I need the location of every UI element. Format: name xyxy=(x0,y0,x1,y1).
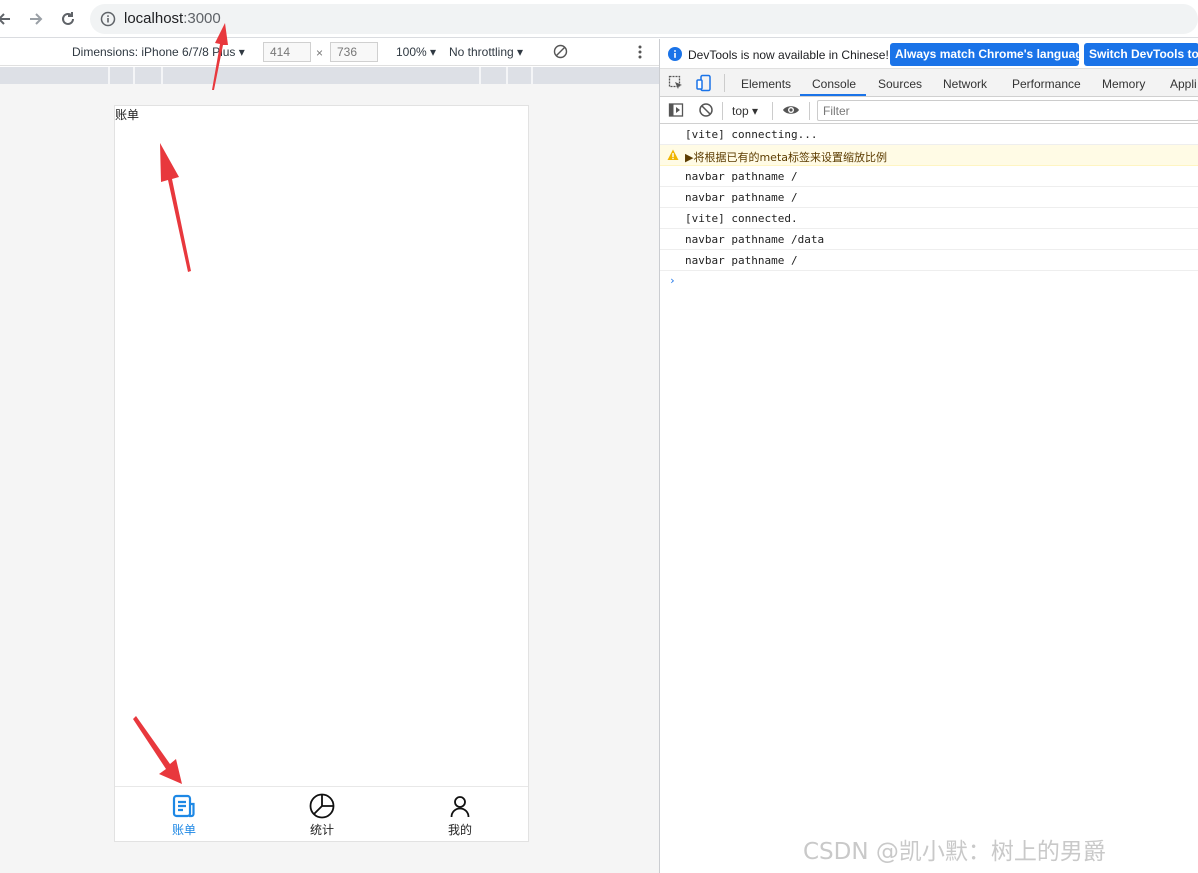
console-message: navbar pathname / xyxy=(660,250,1198,271)
screen: localhost:3000 Dimensions: iPhone 6/7/8 … xyxy=(0,0,1198,873)
toolbar-divider xyxy=(724,74,725,92)
pie-chart-icon xyxy=(309,793,335,819)
rotate-icon[interactable] xyxy=(553,44,568,59)
devtools-tabs: Elements Console Sources Network Perform… xyxy=(660,69,1198,97)
page-title: 账单 xyxy=(115,108,140,122)
user-icon xyxy=(447,793,473,819)
browser-toolbar: localhost:3000 xyxy=(0,0,1198,38)
ruler-segment xyxy=(531,67,533,84)
console-message-text: ▶将根据已有的meta标签来设置缩放比例 xyxy=(685,151,887,164)
context-label: top xyxy=(732,104,749,118)
ruler-segment xyxy=(161,67,163,84)
tab-label: 统计 xyxy=(309,823,334,837)
match-language-button[interactable]: Always match Chrome's language xyxy=(890,43,1079,66)
tab-bill[interactable]: 账单 xyxy=(115,787,253,842)
tab-network[interactable]: Network xyxy=(943,77,987,91)
address-bar[interactable] xyxy=(90,4,1198,34)
console-message: navbar pathname / xyxy=(660,166,1198,187)
tab-label: 账单 xyxy=(171,823,196,837)
info-icon xyxy=(668,47,682,61)
more-options-icon[interactable] xyxy=(636,44,644,60)
console-message: navbar pathname /data xyxy=(660,229,1198,250)
watermark: CSDN @凯小默：树上的男爵 xyxy=(803,839,1106,865)
annotation-arrow xyxy=(212,23,228,90)
tab-mine[interactable]: 我的 xyxy=(391,787,529,842)
tab-stats[interactable]: 统计 xyxy=(253,787,391,842)
site-info-icon[interactable] xyxy=(100,11,116,27)
console-message-text: navbar pathname / xyxy=(685,191,798,204)
switch-language-button[interactable]: Switch DevTools to C xyxy=(1084,43,1198,66)
annotation-arrow xyxy=(133,716,182,784)
inspect-element-icon[interactable] xyxy=(668,75,684,94)
filter-input[interactable]: Filter xyxy=(817,100,1198,121)
ruler-segment xyxy=(479,67,481,84)
ruler-segment xyxy=(506,67,508,84)
tab-sources[interactable]: Sources xyxy=(878,77,922,91)
tab-console[interactable]: Console xyxy=(812,77,856,91)
throttling-label: No throttling xyxy=(449,45,514,59)
devtools-infobar: DevTools is now available in Chinese! Al… xyxy=(660,39,1198,69)
bill-icon xyxy=(171,793,197,819)
tab-performance[interactable]: Performance xyxy=(1012,77,1081,91)
device-toggle-icon[interactable] xyxy=(696,74,712,95)
forward-icon[interactable] xyxy=(26,9,46,29)
back-icon[interactable] xyxy=(0,9,14,29)
media-query-bar[interactable] xyxy=(0,67,659,84)
toolbar-divider xyxy=(772,102,773,120)
console-prompt[interactable]: › xyxy=(660,271,1198,287)
ruler-segment xyxy=(133,67,135,84)
tab-application[interactable]: Appli xyxy=(1170,77,1197,91)
warning-icon xyxy=(667,149,679,160)
device-toolbar: Dimensions: iPhone 6/7/8 Plus ▾ 414 × 73… xyxy=(0,39,659,66)
height-input[interactable]: 736 xyxy=(330,42,378,62)
toolbar-divider xyxy=(809,102,810,120)
console-message-text: [vite] connecting... xyxy=(685,128,818,141)
ruler-segment xyxy=(108,67,110,84)
infobar-message: DevTools is now available in Chinese! xyxy=(688,48,889,62)
tab-memory[interactable]: Memory xyxy=(1102,77,1145,91)
reload-icon[interactable] xyxy=(58,9,78,29)
console-message-text: navbar pathname /data xyxy=(685,233,825,246)
console-message-text: [vite] connected. xyxy=(685,212,798,225)
devtools-panel: DevTools is now available in Chinese! Al… xyxy=(659,39,1198,873)
console-log: [vite] connecting... ▶将根据已有的meta标签来设置缩放比… xyxy=(660,124,1198,287)
width-input[interactable]: 414 xyxy=(263,42,311,62)
url-host: localhost xyxy=(124,10,184,27)
throttling-select[interactable]: No throttling ▾ xyxy=(449,45,523,59)
console-message: [vite] connected. xyxy=(660,208,1198,229)
tab-label: 我的 xyxy=(447,823,472,837)
eye-icon[interactable] xyxy=(782,103,800,120)
dimension-separator: × xyxy=(316,46,324,60)
tab-elements[interactable]: Elements xyxy=(741,77,791,91)
console-warning[interactable]: ▶将根据已有的meta标签来设置缩放比例 xyxy=(660,145,1198,166)
console-message-text: navbar pathname / xyxy=(685,170,798,183)
annotation-arrow xyxy=(160,143,191,272)
toolbar-divider xyxy=(722,102,723,120)
zoom-label: 100% xyxy=(396,45,427,59)
sidebar-toggle-icon[interactable] xyxy=(668,102,684,121)
context-select[interactable]: top ▾ xyxy=(732,104,758,118)
tab-bar: 账单 统计 我的 xyxy=(115,786,528,841)
zoom-select[interactable]: 100% ▾ xyxy=(396,45,436,59)
console-message-text: navbar pathname / xyxy=(685,254,798,267)
selected-tab-indicator xyxy=(800,94,866,96)
console-message: navbar pathname / xyxy=(660,187,1198,208)
clear-console-icon[interactable] xyxy=(698,102,714,121)
console-message: [vite] connecting... xyxy=(660,124,1198,145)
console-toolbar: top ▾ Filter xyxy=(660,97,1198,124)
